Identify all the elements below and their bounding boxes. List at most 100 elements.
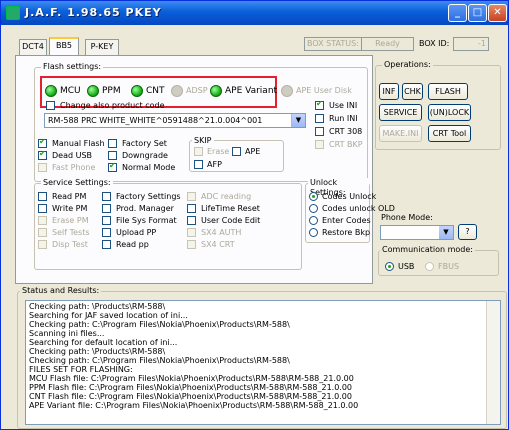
read-pp-checkbox[interactable] [102,240,111,249]
run-ini-checkbox[interactable] [315,114,324,123]
app-icon [6,6,20,20]
crt308-label: CRT 308 [329,127,363,136]
ape-user-disk-label: APE User Disk [296,86,352,95]
skip-ape-label: APE [245,147,261,156]
file-sys-format-checkbox[interactable] [102,216,111,225]
ppm-label[interactable]: PPM [102,86,121,96]
log-line: Searching for JAF saved location of ini.… [29,311,188,320]
user-code-edit-label: User Code Edit [201,216,261,225]
product-code-value: RM-588 PRC WHITE_WHITE^0591488^21.0.004^… [48,116,263,125]
file-sys-format-label: File Sys Format [116,216,177,225]
skip-erase-checkbox [194,147,203,156]
ape-variant-label[interactable]: APE Variant [225,86,277,96]
log-line: Checking path: C:\Program Files\Nokia\Ph… [29,320,290,329]
fast-phone-label: Fast Phone [52,163,96,172]
skip-afp-label: AFP [207,160,222,169]
downgrade-label: Downgrade [122,151,168,160]
status-scrollbar[interactable] [486,301,500,424]
service-button[interactable]: SERVICE [379,104,422,121]
manual-flash-label: Manual Flash [52,139,105,148]
upload-pp-label: Upload PP [116,228,157,237]
sx4-crt-label: SX4 CRT [201,240,235,249]
log-line: FILES SET FOR FLASHING: [29,365,133,374]
user-code-edit-checkbox[interactable] [187,216,196,225]
fbus-label: FBUS [438,262,460,271]
maximize-button[interactable]: □ [468,4,487,22]
write-pm-checkbox[interactable] [38,204,47,213]
phone-mode-select[interactable]: ▼ [380,225,454,240]
run-ini-label: Run INI [329,114,358,123]
service-settings-title: Service Settings: [41,178,113,188]
normal-mode-checkbox[interactable] [108,161,117,172]
crt308-checkbox[interactable] [315,127,324,136]
cnt-label[interactable]: CNT [146,86,165,96]
window-title: J.A.F. 1.98.65 PKEY [25,6,162,19]
log-line: APE Variant file: C:\Program Files\Nokia… [29,401,359,410]
factory-set-label: Factory Set [122,139,167,148]
flash-button[interactable]: FLASH [428,83,468,100]
usb-radio[interactable] [385,262,394,271]
codes-unlock-radio[interactable] [309,192,318,201]
normal-mode-label: Normal Mode [122,163,176,172]
erase-pm-label: Erase PM [52,216,89,225]
manual-flash-checkbox[interactable] [38,137,47,148]
title-bar: J.A.F. 1.98.65 PKEY _ □ ✕ [1,1,508,25]
box-id-value: -1 [453,37,489,51]
app-window: J.A.F. 1.98.65 PKEY _ □ ✕ DCT4 BB5 P-KEY… [0,0,509,430]
bb5-panel: Flash settings: MCU PPM CNT ADSP APE Var… [15,55,395,284]
lifetime-reset-checkbox[interactable] [187,204,196,213]
tab-dct4[interactable]: DCT4 [19,39,47,55]
change-product-code-checkbox[interactable] [46,101,55,110]
erase-pm-checkbox [38,216,47,225]
read-pm-checkbox[interactable] [38,192,47,201]
downgrade-checkbox[interactable] [108,151,117,160]
upload-pp-checkbox[interactable] [102,228,111,237]
phone-mode-help-button[interactable]: ? [458,224,477,240]
log-line: Checking path: \Products\RM-588\ [29,347,166,356]
tab-bb5[interactable]: BB5 [49,37,79,56]
skip-ape-checkbox[interactable] [232,147,241,156]
dead-usb-checkbox[interactable] [38,149,47,160]
log-line: Searching for default location of ini... [29,338,178,347]
disp-test-checkbox [38,240,47,249]
crt-tool-button[interactable]: CRT Tool [428,125,471,142]
inf-button[interactable]: INF [379,83,399,100]
codes-unlock-old-radio[interactable] [309,204,318,213]
tab-pkey[interactable]: P-KEY [85,39,119,55]
log-line: PPM Flash file: C:\Program Files\Nokia\P… [29,383,353,392]
minimize-button[interactable]: _ [448,4,467,22]
box-id-label: BOX ID: [419,39,450,48]
write-pm-label: Write PM [52,204,88,213]
ape-variant-led-icon[interactable] [210,85,222,97]
skip-erase-label: Erase [207,147,230,156]
use-ini-checkbox[interactable] [315,99,324,110]
restore-bkp-label: Restore Bkp [322,228,371,237]
chevron-down-icon[interactable]: ▼ [439,226,453,239]
lifetime-reset-label: LifeTime Reset [201,204,260,213]
product-code-select[interactable]: RM-588 PRC WHITE_WHITE^0591488^21.0.004^… [44,113,306,128]
make-ini-button: MAKE.INI [379,125,422,142]
prod-manager-checkbox[interactable] [102,204,111,213]
operations-title: Operations: [382,60,433,70]
factory-settings-checkbox[interactable] [102,192,111,201]
crt-bkp-checkbox [315,140,324,149]
ppm-led-icon[interactable] [87,85,99,97]
self-tests-label: Self Tests [52,228,90,237]
adc-reading-label: ADC reading [201,192,252,201]
mcu-led-icon[interactable] [45,85,57,97]
restore-bkp-radio[interactable] [309,228,318,237]
cnt-led-icon[interactable] [131,85,143,97]
unlock-button[interactable]: (UN)LOCK [428,104,471,121]
status-log[interactable]: Checking path: \Products\RM-588\ Searchi… [25,300,501,425]
close-button[interactable]: ✕ [488,4,507,22]
chevron-down-icon[interactable]: ▼ [291,114,305,127]
change-product-code-label: Change also product code [60,101,165,110]
skip-afp-checkbox[interactable] [194,160,203,169]
chk-button[interactable]: CHK [402,83,423,100]
factory-set-checkbox[interactable] [108,139,117,148]
mcu-label[interactable]: MCU [60,86,81,96]
enter-codes-radio[interactable] [309,216,318,225]
enter-codes-label: Enter Codes [322,216,371,225]
crt-bkp-label: CRT BKP [329,140,363,149]
sx4-crt-checkbox [187,240,196,249]
